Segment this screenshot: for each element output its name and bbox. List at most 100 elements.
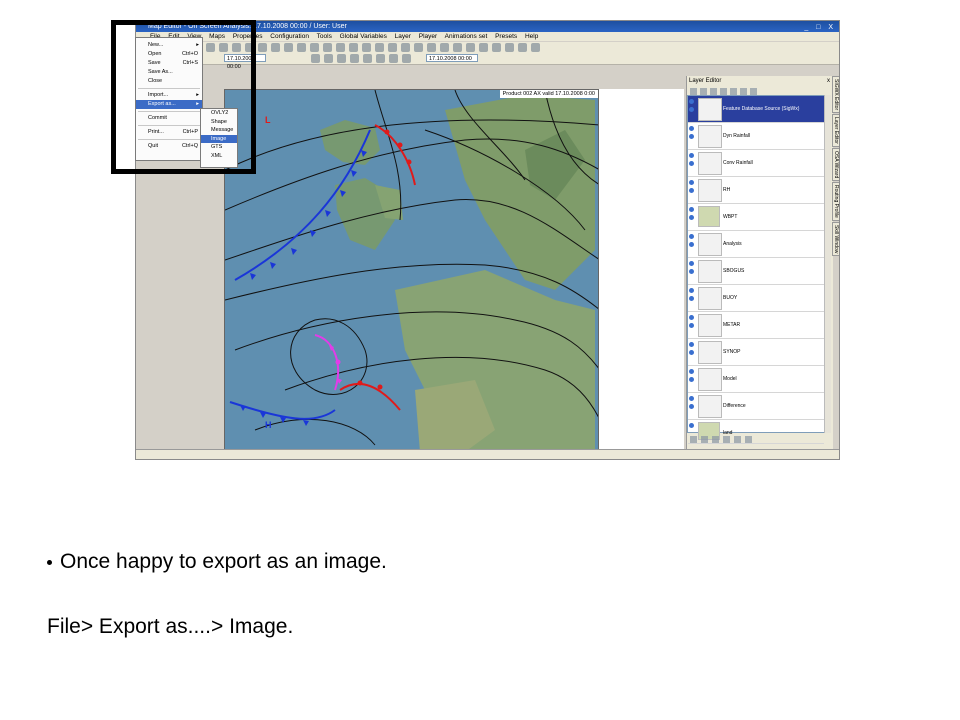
menu-help[interactable]: Help <box>525 33 538 40</box>
color-icon[interactable] <box>740 88 747 95</box>
menu-item-quit[interactable]: Quit Ctrl+Q <box>136 142 202 151</box>
layer-item[interactable]: Conv Rainfall <box>688 150 824 177</box>
scissors-icon[interactable] <box>505 43 514 52</box>
submenu-item-gts[interactable]: GTS <box>201 143 237 152</box>
cloud-icon[interactable] <box>310 43 319 52</box>
layer-item[interactable]: Difference <box>688 393 824 420</box>
pan-icon[interactable] <box>297 43 306 52</box>
menu-item-new[interactable]: New... ▸ <box>136 41 202 50</box>
layer-list-scrollbar[interactable] <box>824 95 831 433</box>
menu-item-open[interactable]: Open Ctrl+O <box>136 50 202 59</box>
draw-icon[interactable] <box>206 43 215 52</box>
visibility-icon[interactable] <box>689 153 696 169</box>
submenu-item-message[interactable]: Message <box>201 126 237 135</box>
date-field-1[interactable]: 17.10.2008 00:00 <box>224 54 266 70</box>
symbol-icon[interactable] <box>271 43 280 52</box>
select-icon[interactable] <box>219 43 228 52</box>
help-icon[interactable] <box>531 43 540 52</box>
date-field-2[interactable]: 17.10.2008 00:00 <box>426 54 478 62</box>
menu-item-print[interactable]: Print... Ctrl+P <box>136 128 202 137</box>
storm-icon[interactable] <box>375 43 384 52</box>
menu-animations-set[interactable]: Animations set <box>445 33 488 40</box>
menu-item-export-as[interactable]: Export as... ▸ <box>136 100 202 109</box>
layer-item[interactable]: WBPT <box>688 204 824 231</box>
ice-icon[interactable] <box>401 43 410 52</box>
wrench-icon[interactable] <box>750 88 757 95</box>
pause-icon[interactable] <box>350 54 359 63</box>
submenu-item-xml[interactable]: XML <box>201 152 237 161</box>
play-back-icon[interactable] <box>311 54 320 63</box>
tab-layer-editor[interactable]: Layer Editor <box>832 114 839 148</box>
grid-icon[interactable] <box>466 43 475 52</box>
menu-item-close[interactable]: Close <box>136 77 202 86</box>
turbulence-icon[interactable] <box>414 43 423 52</box>
fog-icon[interactable] <box>362 43 371 52</box>
visibility-icon[interactable] <box>689 126 696 142</box>
text-icon[interactable] <box>258 43 267 52</box>
menu-item-save-as[interactable]: Save As... <box>136 68 202 77</box>
group-icon[interactable] <box>712 436 719 443</box>
weather-map[interactable]: Product 002 AX valid 17.10.2008 0:00 L H <box>224 89 599 451</box>
layer-item[interactable]: BUOY <box>688 285 824 312</box>
visibility-icon[interactable] <box>689 423 696 431</box>
tab-sigwx-editor[interactable]: SIGWX Editor <box>832 76 839 114</box>
visibility-icon[interactable] <box>689 396 696 412</box>
tab-routing-profile[interactable]: Routing Profile <box>832 182 839 222</box>
step-back-icon[interactable] <box>324 54 333 63</box>
menu-player[interactable]: Player <box>419 33 437 40</box>
move-up-icon[interactable] <box>710 88 717 95</box>
submenu-item-ovly2[interactable]: OVLY2 <box>201 109 237 118</box>
cursor-icon[interactable] <box>518 43 527 52</box>
layer-item[interactable]: Model <box>688 366 824 393</box>
hazard-icon[interactable] <box>440 43 449 52</box>
sun-icon[interactable] <box>323 43 332 52</box>
play-icon[interactable] <box>337 54 346 63</box>
menu-item-save[interactable]: Save Ctrl+S <box>136 59 202 68</box>
visibility-icon[interactable] <box>689 342 696 358</box>
layer-item[interactable]: Analysis <box>688 231 824 258</box>
tab-osa-wizard[interactable]: OSA Wizard <box>832 148 839 182</box>
layer-item[interactable]: RH <box>688 177 824 204</box>
wind-icon[interactable] <box>349 43 358 52</box>
copy-icon[interactable] <box>723 436 730 443</box>
layer-item[interactable]: METAR <box>688 312 824 339</box>
visibility-icon[interactable] <box>689 369 696 385</box>
line-icon[interactable] <box>232 43 241 52</box>
menu-maps[interactable]: Maps <box>209 33 225 40</box>
move-down-icon[interactable] <box>720 88 727 95</box>
filter-icon[interactable] <box>701 436 708 443</box>
zoom-icon[interactable] <box>284 43 293 52</box>
step-forward-icon[interactable] <box>363 54 372 63</box>
visibility-icon[interactable] <box>689 261 696 277</box>
delete-icon[interactable] <box>745 436 752 443</box>
menu-item-import[interactable]: Import... ▸ <box>136 91 202 100</box>
menu-presets[interactable]: Presets <box>495 33 517 40</box>
plane-icon[interactable] <box>427 43 436 52</box>
visibility-icon[interactable] <box>689 315 696 331</box>
layer-item[interactable]: SYNOP <box>688 339 824 366</box>
fast-forward-icon[interactable] <box>376 54 385 63</box>
settings-icon[interactable] <box>453 43 462 52</box>
submenu-item-image[interactable]: Image <box>201 134 237 143</box>
layer-item[interactable]: SBOGUS <box>688 258 824 285</box>
paste-icon[interactable] <box>734 436 741 443</box>
loop-icon[interactable] <box>402 54 411 63</box>
menu-layer[interactable]: Layer <box>395 33 411 40</box>
front-icon[interactable] <box>245 43 254 52</box>
menu-global-variables[interactable]: Global Variables <box>340 33 387 40</box>
film-icon[interactable] <box>389 54 398 63</box>
add-layer-icon[interactable] <box>690 88 697 95</box>
rain-icon[interactable] <box>336 43 345 52</box>
properties-icon[interactable] <box>730 88 737 95</box>
image-icon[interactable] <box>690 436 697 443</box>
layers-icon[interactable] <box>479 43 488 52</box>
layer-item[interactable]: Dyn Rainfall <box>688 123 824 150</box>
remove-layer-icon[interactable] <box>700 88 707 95</box>
menu-configuration[interactable]: Configuration <box>270 33 309 40</box>
visibility-icon[interactable] <box>689 234 696 250</box>
menu-tools[interactable]: Tools <box>317 33 332 40</box>
close-icon[interactable]: x <box>827 77 830 86</box>
visibility-icon[interactable] <box>689 288 696 304</box>
tab-skill-window[interactable]: Skill Window <box>832 222 839 257</box>
snow-icon[interactable] <box>388 43 397 52</box>
